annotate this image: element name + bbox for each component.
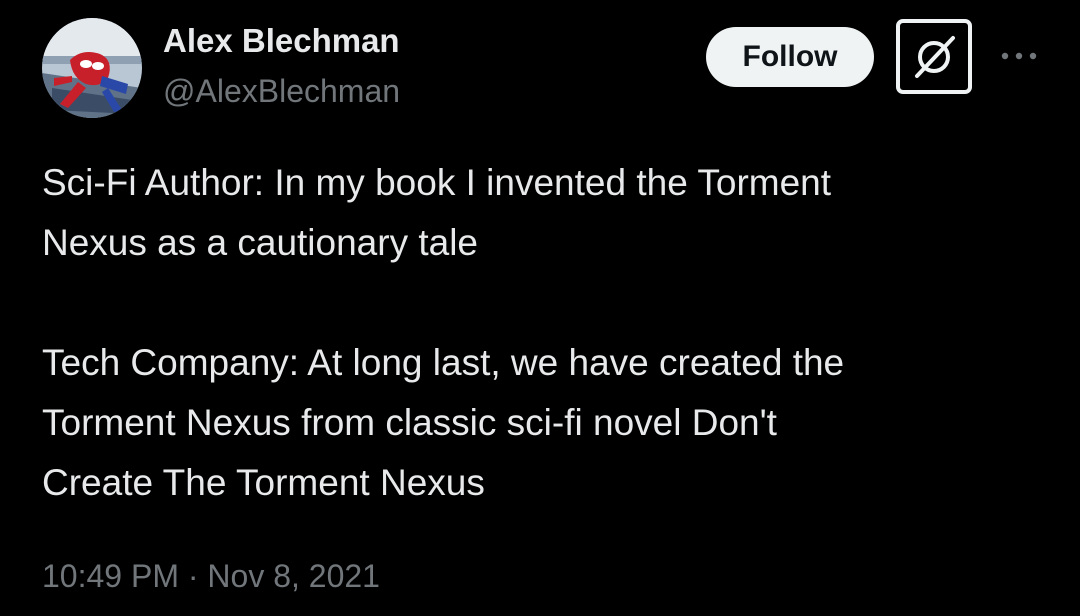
tweet-date[interactable]: Nov 8, 2021 bbox=[207, 558, 380, 594]
tweet-line: Tech Company: At long last, we have crea… bbox=[42, 342, 845, 383]
tweet-card: Alex Blechman @AlexBlechman Follow Sci-F… bbox=[0, 0, 1080, 616]
grok-icon bbox=[915, 35, 955, 78]
grok-button[interactable] bbox=[896, 19, 972, 94]
tweet-line: Create The Torment Nexus bbox=[42, 462, 485, 503]
tweet-time[interactable]: 10:49 PM bbox=[42, 558, 179, 594]
follow-button[interactable]: Follow bbox=[706, 27, 874, 87]
tweet-line: Torment Nexus from classic sci-fi novel … bbox=[42, 402, 777, 443]
author-handle[interactable]: @AlexBlechman bbox=[163, 73, 400, 110]
tweet-timestamp: 10:49 PM · Nov 8, 2021 bbox=[42, 558, 380, 595]
author-avatar[interactable] bbox=[42, 18, 142, 118]
spiderman-avatar-icon bbox=[42, 18, 142, 118]
tweet-text: Sci-Fi Author: In my book I invented the… bbox=[42, 153, 1042, 513]
more-dots-icon bbox=[1001, 52, 1037, 60]
tweet-line: Sci-Fi Author: In my book I invented the… bbox=[42, 162, 832, 203]
meta-separator: · bbox=[187, 558, 199, 594]
author-display-name[interactable]: Alex Blechman bbox=[163, 22, 400, 60]
more-options-button[interactable] bbox=[996, 36, 1042, 76]
tweet-line: Nexus as a cautionary tale bbox=[42, 222, 479, 263]
